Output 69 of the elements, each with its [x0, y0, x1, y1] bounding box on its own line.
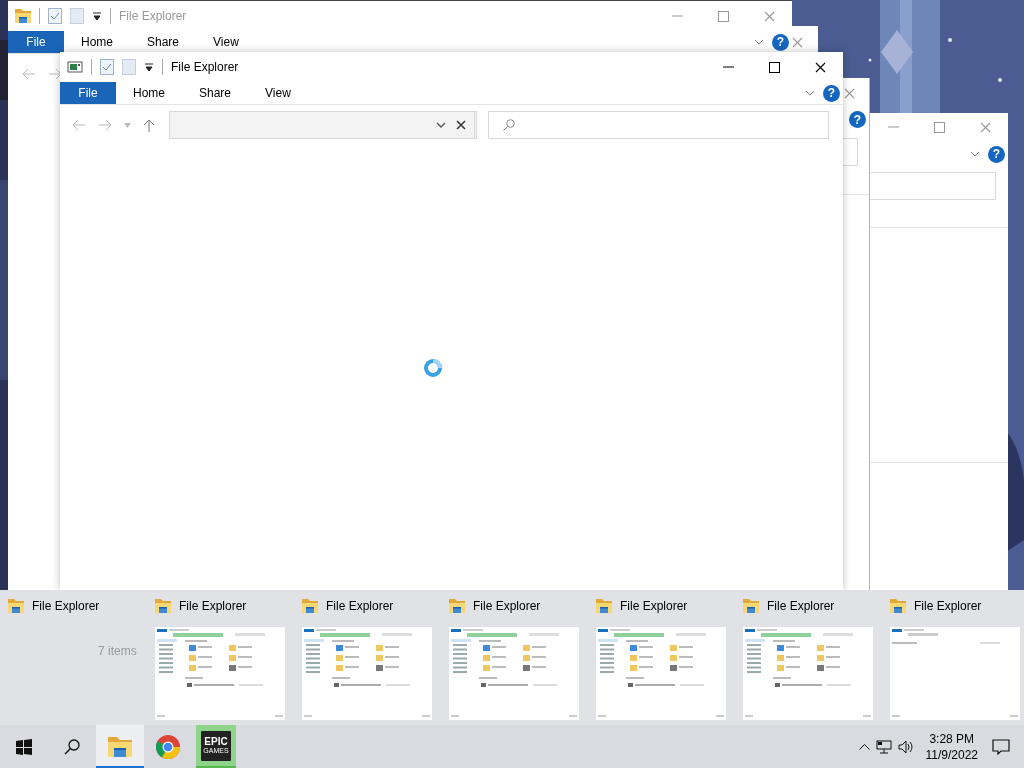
search-field[interactable] [488, 111, 829, 139]
file-menu-tab[interactable]: File [8, 31, 64, 53]
file-explorer-button[interactable] [96, 725, 144, 768]
forward-arrow-icon[interactable] [98, 119, 112, 131]
search-icon[interactable] [64, 738, 80, 755]
window-preview[interactable] [743, 627, 873, 720]
ribbon-tab[interactable]: Home [116, 82, 182, 104]
help-icon[interactable]: ? [823, 84, 840, 102]
minimize-icon[interactable] [671, 15, 683, 17]
window-title[interactable]: File Explorer [620, 599, 688, 613]
dropdown-icon[interactable] [92, 11, 102, 21]
minimize-icon[interactable] [887, 126, 899, 128]
window-title[interactable]: File Explorer [767, 599, 835, 613]
ribbon-tab[interactable]: Share [130, 31, 197, 53]
show-hidden-icons-icon[interactable] [858, 743, 870, 750]
start-icon[interactable] [16, 738, 32, 755]
folder-icon [302, 598, 318, 614]
folder-icon[interactable] [15, 8, 31, 24]
search-field[interactable] [870, 172, 996, 200]
help-icon[interactable]: ? [988, 145, 1005, 163]
folder-icon [449, 598, 465, 614]
folder-icon [596, 598, 612, 614]
window-preview[interactable] [302, 627, 432, 720]
app-icon[interactable] [67, 59, 83, 75]
window-title[interactable]: File Explorer [179, 599, 247, 613]
folder-icon [108, 734, 132, 757]
notifications-icon[interactable] [992, 738, 1010, 755]
browser-icon [156, 734, 180, 759]
help-icon[interactable]: ? [772, 33, 789, 51]
status-text: 7 items [98, 644, 138, 658]
window-preview[interactable] [596, 627, 726, 720]
window-preview[interactable] [155, 627, 285, 720]
close-icon[interactable] [814, 61, 826, 73]
back-arrow-icon[interactable] [72, 119, 86, 131]
dropdown-icon[interactable] [144, 62, 154, 72]
back-arrow-icon[interactable] [22, 68, 36, 80]
volume-icon[interactable] [897, 739, 914, 754]
chevron-icon[interactable] [436, 122, 446, 128]
ribbon-tab[interactable]: Home [64, 31, 130, 53]
window-title[interactable]: File Explorer [473, 599, 541, 613]
window-preview[interactable] [449, 627, 579, 720]
clock[interactable]: 3:28 PM 11/9/2022 [925, 730, 978, 763]
ribbon-tab[interactable]: View [248, 82, 308, 104]
help-icon[interactable]: ? [849, 111, 866, 128]
forward-arrow-icon[interactable] [48, 68, 62, 80]
window-title: File Explorer [119, 9, 187, 23]
properties-icon[interactable] [48, 8, 62, 24]
maximize-icon[interactable] [768, 61, 780, 73]
chevron-icon[interactable] [970, 151, 980, 157]
minimize-icon[interactable] [722, 66, 734, 68]
chevron-icon[interactable] [805, 90, 815, 96]
search-icon [503, 119, 515, 131]
folder-icon [8, 598, 24, 614]
file-menu-tab[interactable]: File [60, 82, 116, 104]
close-icon [455, 120, 466, 130]
ribbon-tab[interactable]: Share [182, 82, 249, 104]
up-arrow-icon[interactable] [143, 118, 155, 132]
recent-locations-icon[interactable] [124, 122, 131, 128]
window-title[interactable]: File Explorer [914, 599, 982, 613]
folder-icon [890, 598, 906, 614]
window-title[interactable]: File Explorer [326, 599, 394, 613]
properties-icon[interactable] [100, 59, 114, 75]
folder-icon [743, 598, 759, 614]
folder-icon [155, 598, 171, 614]
chevron-icon[interactable] [754, 39, 764, 45]
network-icon[interactable] [875, 739, 892, 754]
ribbon-tab[interactable]: View [196, 31, 256, 53]
window-title: File Explorer [171, 60, 239, 74]
window-title[interactable]: File Explorer [32, 599, 100, 613]
